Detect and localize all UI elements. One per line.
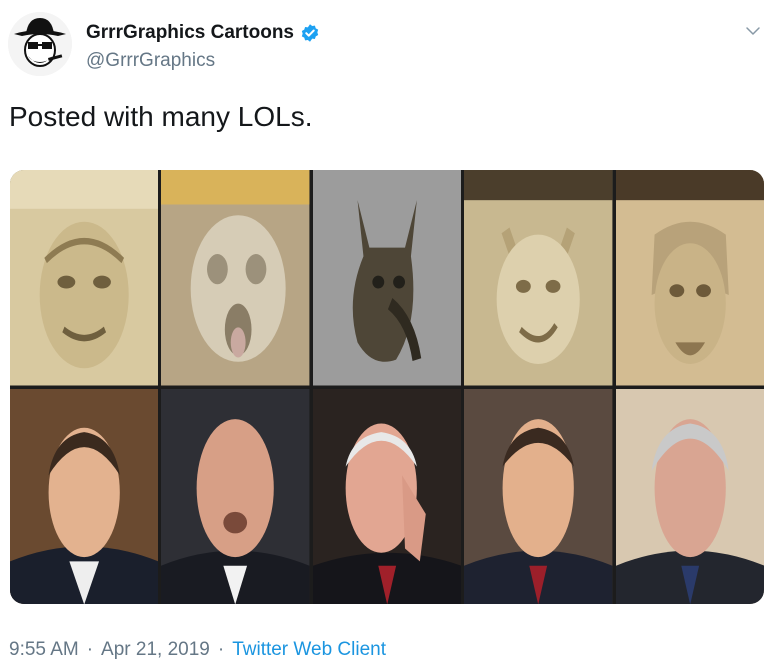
- gargoyle-tile-2: [161, 170, 310, 386]
- gargoyle-face-5: [615, 170, 764, 386]
- tweet-time[interactable]: 9:55 AM: [9, 639, 79, 661]
- tweet-media-image[interactable]: [10, 170, 764, 604]
- author-handle[interactable]: @GrrrGraphics: [86, 50, 215, 72]
- author-display-name[interactable]: GrrrGraphics Cartoons: [86, 22, 294, 44]
- gargoyle-tile-5: [615, 170, 764, 386]
- gargoyle-tile-3: [312, 170, 462, 386]
- portrait-tile-4: [464, 388, 613, 604]
- portrait-2: [161, 388, 310, 604]
- portrait-tile-3: [312, 388, 462, 604]
- gargoyle-face-4: [464, 170, 613, 386]
- portrait-1: [10, 388, 159, 604]
- tweet-meta: 9:55 AM · Apr 21, 2019 · Twitter Web Cli…: [9, 639, 386, 661]
- portrait-tile-2: [161, 388, 310, 604]
- chevron-down-icon[interactable]: [744, 22, 762, 40]
- verified-badge-icon: [301, 24, 319, 42]
- gargoyle-tile-4: [464, 170, 613, 386]
- portrait-tile-1: [10, 388, 159, 604]
- gargoyle-face-2: [161, 170, 310, 386]
- gargoyle-face-1: [10, 170, 159, 386]
- tweet-date[interactable]: Apr 21, 2019: [101, 639, 210, 661]
- tweet-text: Posted with many LOLs.: [9, 101, 313, 132]
- author-name-row[interactable]: GrrrGraphics Cartoons: [86, 22, 320, 44]
- gargoyle-tile-1: [10, 170, 159, 386]
- meta-separator: ·: [86, 639, 94, 660]
- cartoon-cowboy-avatar-icon: [8, 12, 72, 76]
- gargoyle-face-3: [312, 170, 462, 386]
- portrait-tile-5: [615, 388, 764, 604]
- portrait-4: [464, 388, 613, 604]
- portrait-5: [615, 388, 764, 604]
- portrait-3: [312, 388, 462, 604]
- meta-separator: ·: [217, 639, 225, 660]
- author-avatar[interactable]: [8, 12, 72, 76]
- tweet-client-link[interactable]: Twitter Web Client: [232, 639, 386, 661]
